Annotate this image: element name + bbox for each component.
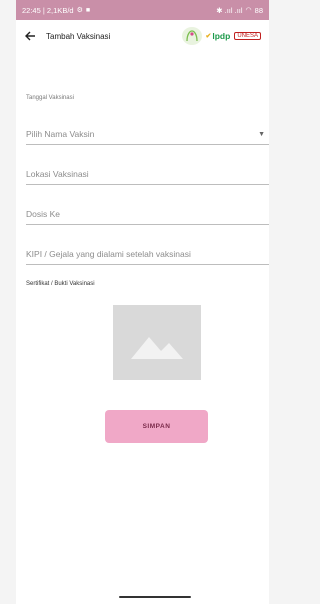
location-placeholder: Lokasi Vaksinasi [26, 169, 89, 179]
phone-screen: 22:45 | 2,1KB/d ⚙ ■ ✱ .ııl .ııl ◠ 88 Tam… [16, 0, 269, 604]
kipi-placeholder: KIPI / Gejala yang dialami setelah vaksi… [26, 249, 191, 259]
wifi-icon: ◠ [245, 7, 252, 14]
status-right: ✱ .ııl .ııl ◠ 88 [216, 6, 263, 15]
status-bar: 22:45 | 2,1KB/d ⚙ ■ ✱ .ııl .ııl ◠ 88 [16, 0, 269, 20]
save-button[interactable]: SIMPAN [105, 410, 208, 443]
university-logo: UNESA [234, 32, 261, 40]
vaccine-placeholder: Pilih Nama Vaksin [26, 129, 95, 139]
certificate-upload[interactable] [113, 305, 201, 380]
location-field[interactable]: Lokasi Vaksinasi [26, 164, 269, 185]
kipi-field[interactable]: KIPI / Gejala yang dialami setelah vaksi… [26, 244, 269, 265]
dose-placeholder: Dosis Ke [26, 209, 61, 219]
partner-logos: ✔ lpdp UNESA [181, 27, 261, 45]
lpdp-check-icon: ✔ [205, 33, 212, 40]
home-indicator [119, 596, 191, 598]
kemenkes-logo [181, 27, 202, 45]
app-header: Tambah Vaksinasi ✔ lpdp UNESA [16, 20, 269, 52]
date-label[interactable]: Tanggal Vaksinasi [26, 95, 74, 101]
vaccine-select[interactable]: Pilih Nama Vaksin ▼ [26, 124, 269, 145]
settings-icon: ⚙ [76, 7, 83, 14]
status-left: 22:45 | 2,1KB/d ⚙ ■ [22, 6, 90, 15]
chevron-down-icon: ▼ [258, 130, 265, 138]
battery-level: 88 [254, 5, 263, 15]
signal-icons: ✱ .ııl .ııl [216, 5, 243, 15]
notification-icon: ■ [85, 6, 91, 14]
status-time: 22:45 | 2,1KB/d [22, 5, 74, 15]
image-icon [131, 336, 183, 359]
page-title: Tambah Vaksinasi [46, 31, 111, 41]
dose-field[interactable]: Dosis Ke [26, 204, 269, 225]
certificate-label: Sertifikat / Bukti Vaksinasi [26, 281, 95, 287]
back-arrow-icon[interactable] [24, 29, 38, 43]
lpdp-logo: ✔ lpdp [205, 31, 231, 41]
